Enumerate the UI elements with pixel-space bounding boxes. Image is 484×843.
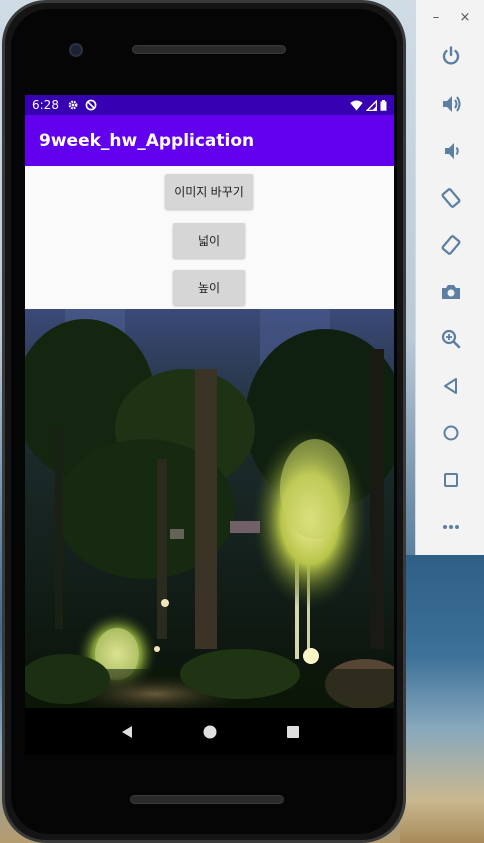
rotate-right-button[interactable]: [438, 232, 464, 258]
nav-home-button[interactable]: [200, 722, 220, 742]
desktop-background: [400, 555, 484, 843]
nav-back-button[interactable]: [117, 722, 137, 742]
bottom-speaker: [130, 795, 284, 804]
height-button[interactable]: 높이: [173, 270, 245, 305]
volume-up-icon: [443, 96, 461, 112]
volume-up-button[interactable]: [438, 91, 464, 117]
width-button[interactable]: 넓이: [173, 223, 245, 258]
front-camera: [69, 43, 83, 57]
zoom-button[interactable]: [438, 326, 464, 352]
home-icon: [443, 425, 459, 441]
volume-down-icon: [445, 143, 459, 159]
home-button[interactable]: [438, 420, 464, 446]
home-circle-icon: [203, 725, 216, 738]
device-screen: 6:28 9week_hw_Application 이미지 바꾸기 넓이 높이: [25, 95, 394, 755]
status-right-icons: [350, 99, 387, 111]
nav-overview-button[interactable]: [283, 722, 303, 742]
app-bar: 9week_hw_Application: [25, 115, 394, 166]
wifi-icon: [350, 100, 363, 110]
volume-down-button[interactable]: [438, 138, 464, 164]
settings-icon: [68, 100, 78, 110]
signal-icon: [366, 99, 377, 111]
minimize-button[interactable]: –: [428, 10, 444, 26]
zoom-icon: [441, 329, 461, 349]
status-time: 6:28: [32, 98, 59, 112]
more-button[interactable]: [438, 514, 464, 540]
status-bar: 6:28: [25, 95, 394, 115]
more-icon: [443, 525, 459, 529]
app-title: 9week_hw_Application: [39, 130, 255, 151]
emulator-toolbar: – ×: [415, 0, 484, 555]
main-content: 이미지 바꾸기 넓이 높이: [25, 166, 394, 309]
rotate-left-icon: [441, 188, 461, 208]
close-button[interactable]: ×: [457, 10, 473, 26]
emulator-phone-frame: 6:28 9week_hw_Application 이미지 바꾸기 넓이 높이: [2, 0, 406, 843]
navigation-bar: [25, 708, 394, 755]
rotate-right-icon: [441, 235, 461, 255]
overview-icon: [444, 473, 458, 487]
data-saver-icon: [85, 99, 97, 111]
garden-night-image: [25, 309, 394, 708]
camera-icon: [442, 285, 460, 299]
power-icon: [442, 46, 460, 65]
back-triangle-icon: [121, 725, 132, 738]
top-speaker: [132, 45, 286, 54]
battery-icon: [380, 99, 387, 111]
overview-button[interactable]: [438, 467, 464, 493]
overview-square-icon: [286, 725, 299, 738]
back-button[interactable]: [438, 373, 464, 399]
power-button[interactable]: [438, 43, 464, 69]
screenshot-button[interactable]: [438, 279, 464, 305]
change-image-button[interactable]: 이미지 바꾸기: [165, 174, 253, 209]
rotate-left-button[interactable]: [438, 185, 464, 211]
back-icon: [444, 378, 457, 394]
